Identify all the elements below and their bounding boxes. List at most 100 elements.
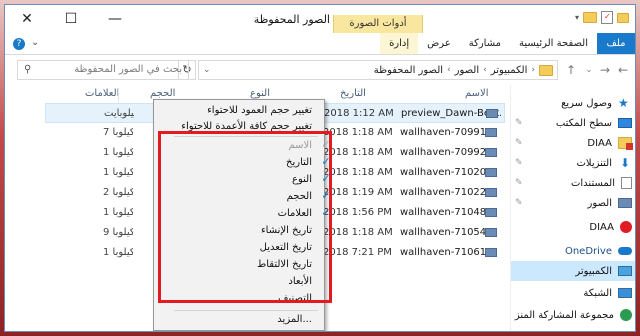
chevron-left-icon[interactable]: ‹ xyxy=(447,65,451,75)
file-size: 7 كيلوبا xyxy=(103,127,133,138)
menu-size-column-to-fit[interactable]: تغيير حجم العمود للاحتواء xyxy=(207,105,312,116)
nav-label: وصول سريع xyxy=(561,97,612,109)
file-size: 9 كيلوبا xyxy=(103,227,133,238)
image-file-icon xyxy=(485,208,497,217)
title-bar: ✕ ☐ — الصور المحفوظة أدوات الصورة ▾ ✓ xyxy=(5,5,635,33)
file-date: 2018 1:18 AM xyxy=(323,167,393,178)
column-header-date[interactable]: التاريخ xyxy=(340,85,366,103)
tab-manage[interactable]: إدارة xyxy=(380,33,419,54)
network-icon xyxy=(618,288,632,298)
nav-pictures[interactable]: الصور ✎ xyxy=(511,193,635,213)
column-header-blank xyxy=(13,88,119,102)
menu-more[interactable]: المزيد... xyxy=(277,314,312,325)
recent-dropdown-icon[interactable]: ⌄ xyxy=(581,61,597,79)
nav-desktop[interactable]: سطح المكتب ✎ xyxy=(511,113,635,133)
chevron-right-icon: › xyxy=(531,65,535,75)
image-file-icon xyxy=(485,148,497,157)
chevron-left-icon[interactable]: ‹ xyxy=(483,65,487,75)
nav-label: سطح المكتب xyxy=(555,117,612,129)
tab-home[interactable]: الصفحة الرئيسية xyxy=(510,33,597,54)
nav-label: الشبكة xyxy=(583,287,612,299)
minimize-button[interactable]: — xyxy=(93,5,137,33)
column-header-name[interactable]: الاسم xyxy=(465,85,489,103)
nav-label: الصور xyxy=(587,197,613,209)
address-bar[interactable]: › الكمبيوتر ‹ الصور ‹ الصور المحفوظة ⌄ xyxy=(198,60,558,80)
documents-icon xyxy=(621,177,632,189)
nav-quick-access[interactable]: ★ وصول سريع xyxy=(511,93,635,113)
nav-diaa-drive[interactable]: DIAA xyxy=(511,217,635,237)
nav-homegroup[interactable]: مجموعة المشاركة المنز xyxy=(511,305,635,325)
address-dropdown-icon[interactable]: ⌄ xyxy=(203,65,211,75)
search-input[interactable]: ⚲ بحث في الصور المحفوظة xyxy=(17,60,189,80)
cloud-icon xyxy=(618,247,632,255)
nav-label: المستندات xyxy=(570,177,615,189)
folder-icon[interactable] xyxy=(583,12,597,23)
download-arrow-icon: ⬇ xyxy=(619,156,631,170)
homegroup-icon xyxy=(620,309,632,321)
explorer-window: ✕ ☐ — الصور المحفوظة أدوات الصورة ▾ ✓ مل… xyxy=(4,4,636,332)
dropdown-arrow-icon[interactable]: ▾ xyxy=(575,13,579,22)
file-size: 1 كيلوبا xyxy=(103,207,133,218)
tab-file[interactable]: ملف xyxy=(597,33,635,54)
folder-pdf-icon xyxy=(618,137,633,150)
image-file-icon xyxy=(485,228,497,237)
menu-separator xyxy=(174,310,318,311)
nav-documents[interactable]: المستندات ✎ xyxy=(511,173,635,193)
pin-icon[interactable]: ✎ xyxy=(515,178,523,188)
search-placeholder: بحث في الصور المحفوظة xyxy=(74,64,182,75)
file-size: 1 كيلوبا xyxy=(103,167,133,178)
help-icon[interactable]: ? xyxy=(13,38,25,50)
nav-onedrive[interactable]: OneDrive xyxy=(511,241,635,261)
image-file-icon xyxy=(485,128,497,137)
file-size: 1 كيلوبا xyxy=(103,247,133,258)
file-size: 2 كيلوبا xyxy=(103,187,133,198)
up-arrow-icon[interactable]: ↑ xyxy=(563,61,579,79)
pin-icon[interactable]: ✎ xyxy=(515,198,523,208)
tab-view[interactable]: عرض xyxy=(418,33,460,54)
close-button[interactable]: ✕ xyxy=(5,5,49,33)
star-icon: ★ xyxy=(618,96,629,110)
pin-icon[interactable]: ✎ xyxy=(515,138,523,148)
properties-icon[interactable]: ✓ xyxy=(601,11,613,24)
search-icon: ⚲ xyxy=(24,64,32,75)
maximize-button[interactable]: ☐ xyxy=(49,5,93,33)
image-file-icon xyxy=(485,188,497,197)
file-date: 2018 1:19 AM xyxy=(323,187,393,198)
ribbon-tabs: ملف الصفحة الرئيسية مشاركة عرض إدارة ⌄ ? xyxy=(5,33,635,55)
image-file-icon xyxy=(486,109,498,118)
nav-computer[interactable]: الكمبيوتر xyxy=(511,261,635,281)
address-row: ← → ⌄ ↑ › الكمبيوتر ‹ الصور ‹ الصور المح… xyxy=(5,57,635,83)
quick-access-toolbar: ▾ ✓ xyxy=(575,11,629,24)
nav-diaa-pinned[interactable]: DIAA ✎ xyxy=(511,133,635,153)
file-date: 2018 1:18 AM xyxy=(323,147,393,158)
forward-arrow-icon[interactable]: → xyxy=(597,61,613,79)
pictures-icon xyxy=(618,198,632,208)
highlight-box xyxy=(158,131,332,303)
picture-tools-tab-group: أدوات الصورة xyxy=(333,15,423,33)
breadcrumb-pictures[interactable]: الصور xyxy=(455,65,480,76)
file-size: كيلوبايت xyxy=(104,108,134,119)
file-date: 2018 7:21 PM xyxy=(323,247,392,258)
nav-label: التنزيلات xyxy=(576,157,612,169)
image-file-icon xyxy=(485,168,497,177)
folder-icon xyxy=(539,64,553,76)
file-date: 2018 1:12 AM xyxy=(324,108,394,119)
file-date: 2018 1:18 AM xyxy=(323,227,393,238)
drive-logo-icon xyxy=(620,221,632,233)
nav-downloads[interactable]: ⬇ التنزيلات ✎ xyxy=(511,153,635,173)
desktop-icon xyxy=(618,118,632,128)
pin-icon[interactable]: ✎ xyxy=(515,158,523,168)
nav-network[interactable]: الشبكة xyxy=(511,283,635,303)
nav-label: DIAA xyxy=(587,137,612,149)
breadcrumb-computer[interactable]: الكمبيوتر xyxy=(491,65,528,76)
back-arrow-icon[interactable]: ← xyxy=(615,61,631,79)
ribbon-expand-icon[interactable]: ⌄ xyxy=(31,37,39,48)
file-size: 1 كيلوبا xyxy=(103,147,133,158)
nav-label: DIAA xyxy=(589,221,614,233)
tab-share[interactable]: مشاركة xyxy=(460,33,510,54)
nav-label: الكمبيوتر xyxy=(575,265,612,277)
breadcrumb-saved-pictures[interactable]: الصور المحفوظة xyxy=(374,65,443,76)
image-file-icon xyxy=(485,248,497,257)
pin-icon[interactable]: ✎ xyxy=(515,118,523,128)
navigation-pane: ★ وصول سريع سطح المكتب ✎ DIAA ✎ ⬇ التنزي… xyxy=(510,85,635,331)
